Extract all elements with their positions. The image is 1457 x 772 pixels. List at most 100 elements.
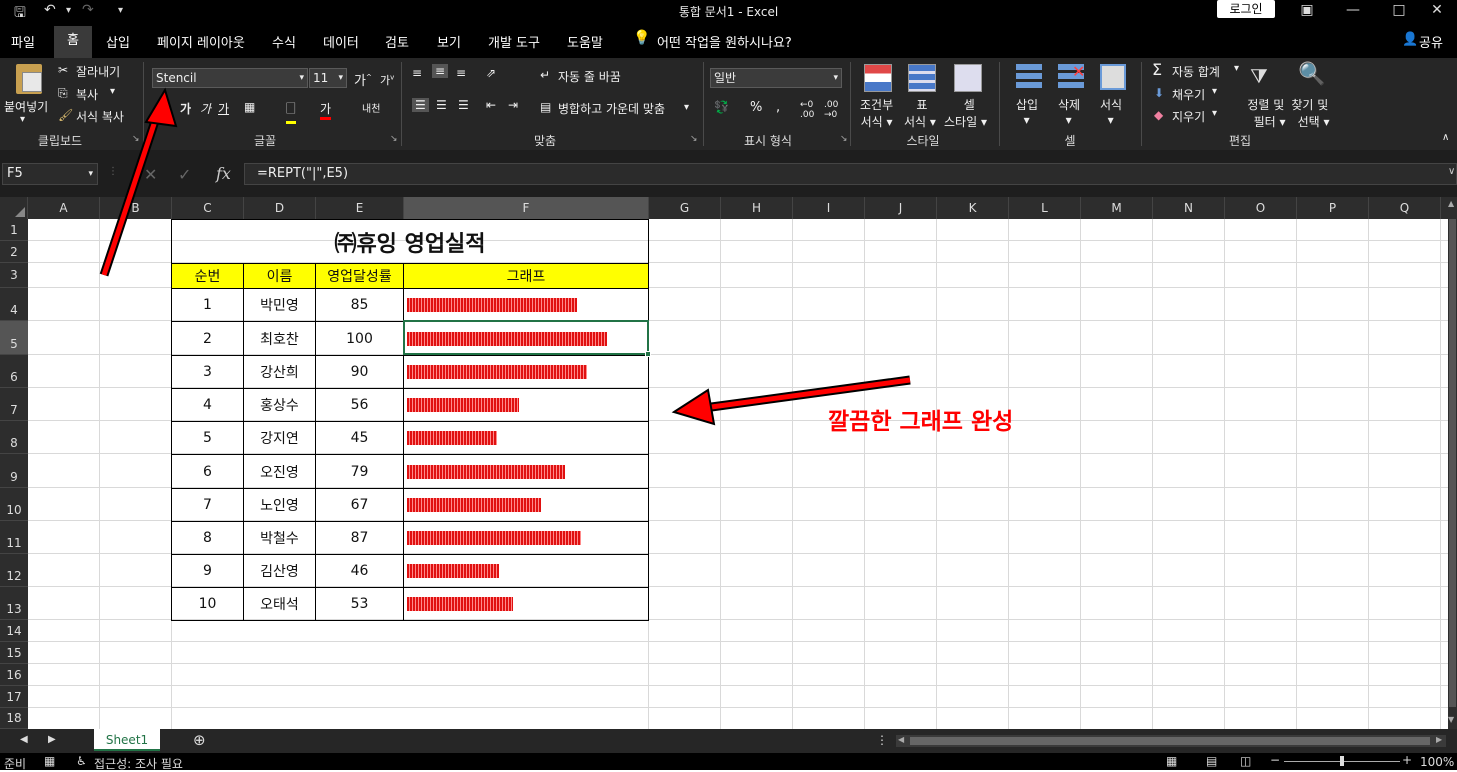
fill-dropdown-icon[interactable]: ▾ [1212, 86, 1217, 97]
col-header-B[interactable]: B [100, 197, 172, 219]
shrink-font-icon[interactable]: 가v [380, 72, 394, 88]
row-header-11[interactable]: 11 [0, 521, 28, 554]
bold-icon[interactable]: 가 [180, 100, 191, 117]
tab-review[interactable]: 검토 [385, 32, 409, 51]
formula-input[interactable]: =REPT("|",E5) [244, 163, 1457, 185]
sort-filter-button[interactable]: 정렬 및 필터 ▾ [1246, 96, 1285, 130]
align-center-icon[interactable]: ☰ [436, 98, 447, 112]
scroll-down-icon[interactable]: ▼ [1448, 715, 1454, 724]
prev-sheet-icon[interactable]: ◀ [20, 734, 28, 745]
clipboard-launcher-icon[interactable]: ↘ [132, 134, 140, 144]
number-launcher-icon[interactable]: ↘ [840, 134, 848, 144]
close-icon[interactable]: ✕ [1414, 0, 1457, 22]
tab-split-icon[interactable]: ⋮ [876, 733, 888, 747]
underline-icon[interactable]: 가 [218, 100, 229, 117]
minimize-icon[interactable]: — [1330, 0, 1376, 22]
cut-button[interactable]: 잘라내기 [76, 63, 120, 80]
tab-insert[interactable]: 삽입 [106, 32, 130, 51]
normal-view-icon[interactable]: ▦ [1166, 754, 1177, 768]
orientation-icon[interactable]: ⇗ [486, 66, 496, 80]
scroll-thumb[interactable] [1449, 219, 1456, 707]
vertical-scrollbar[interactable]: ▲ ▼ [1448, 197, 1457, 729]
name-box[interactable]: F5 ▾ [2, 163, 98, 185]
tab-view[interactable]: 보기 [437, 32, 461, 51]
row-header-1[interactable]: 1 [0, 219, 28, 241]
format-as-table-button[interactable]: 표 서식 ▾ [904, 96, 936, 130]
row-header-8[interactable]: 8 [0, 421, 28, 454]
hscroll-thumb[interactable] [910, 737, 1430, 745]
insert-function-icon[interactable]: fx [216, 164, 231, 183]
page-break-view-icon[interactable]: ◫ [1240, 754, 1251, 768]
wrap-text-button[interactable]: 자동 줄 바꿈 [558, 68, 621, 85]
decrease-indent-icon[interactable]: ⇤ [486, 98, 496, 112]
horizontal-scrollbar[interactable]: ◀ ▶ [896, 735, 1446, 747]
row-header-2[interactable]: 2 [0, 241, 28, 263]
row-header-10[interactable]: 10 [0, 488, 28, 521]
align-right-icon[interactable]: ☰ [458, 98, 469, 112]
tab-data[interactable]: 데이터 [323, 32, 359, 51]
font-color-icon[interactable]: 가 [320, 100, 332, 120]
italic-icon[interactable]: 가 [200, 100, 211, 117]
zoom-level[interactable]: 100% [1420, 755, 1454, 769]
row-header-13[interactable]: 13 [0, 587, 28, 620]
align-top-icon[interactable]: ≡ [412, 66, 422, 80]
format-painter-button[interactable]: 서식 복사 [76, 108, 124, 125]
zoom-slider-thumb[interactable] [1340, 756, 1344, 766]
tab-help[interactable]: 도움말 [567, 32, 603, 51]
copy-dropdown-icon[interactable]: ▾ [110, 86, 115, 97]
row-header-17[interactable]: 17 [0, 686, 28, 708]
zoom-in-icon[interactable]: + [1402, 753, 1412, 767]
col-header-F[interactable]: F [404, 197, 649, 219]
row-header-6[interactable]: 6 [0, 355, 28, 388]
collapse-ribbon-icon[interactable]: ∧ [1442, 132, 1449, 143]
accessibility-icon[interactable]: ♿ [76, 754, 87, 768]
row-header-14[interactable]: 14 [0, 620, 28, 642]
tab-home[interactable]: 홈 [54, 26, 92, 58]
scroll-left-icon[interactable]: ◀ [898, 735, 904, 744]
tab-page-layout[interactable]: 페이지 레이아웃 [157, 32, 245, 51]
cancel-icon[interactable]: ✕ [144, 165, 157, 184]
col-header-E[interactable]: E [316, 197, 404, 219]
find-select-button[interactable]: 찾기 및 선택 ▾ [1290, 96, 1329, 130]
expand-formula-icon[interactable]: ∨ [1448, 166, 1455, 177]
phonetic-icon[interactable]: 내천 [362, 100, 380, 115]
merge-center-button[interactable]: 병합하고 가운데 맞춤 [558, 100, 665, 117]
add-sheet-icon[interactable]: ⊕ [193, 731, 206, 749]
cell-styles-button[interactable]: 셀 스타일 ▾ [944, 96, 987, 130]
col-header-K[interactable]: K [937, 197, 1009, 219]
col-header-L[interactable]: L [1009, 197, 1081, 219]
row-header-9[interactable]: 9 [0, 454, 28, 488]
tab-developer[interactable]: 개발 도구 [488, 32, 540, 51]
fill-color-icon[interactable]: 🗌 [286, 100, 296, 124]
col-header-C[interactable]: C [172, 197, 244, 219]
font-name-combo[interactable]: Stencil ▾ [152, 68, 308, 88]
col-header-O[interactable]: O [1225, 197, 1297, 219]
comma-icon[interactable]: , [776, 100, 780, 115]
merge-dropdown-icon[interactable]: ▾ [684, 102, 689, 113]
increase-indent-icon[interactable]: ⇥ [508, 98, 518, 112]
align-left-icon[interactable]: ☰ [412, 98, 429, 112]
col-header-M[interactable]: M [1081, 197, 1153, 219]
row-header-3[interactable]: 3 [0, 263, 28, 288]
borders-icon[interactable]: ▦ [244, 100, 255, 114]
row-header-15[interactable]: 15 [0, 642, 28, 664]
format-cells-button[interactable]: 서식 ▾ [1100, 96, 1122, 127]
autosum-button[interactable]: 자동 합계 [1172, 63, 1220, 80]
clear-button[interactable]: 지우기 [1172, 108, 1205, 125]
col-header-J[interactable]: J [865, 197, 937, 219]
scroll-up-icon[interactable]: ▲ [1448, 199, 1454, 208]
row-header-5[interactable]: 5 [0, 321, 28, 355]
sheet-tab-sheet1[interactable]: Sheet1 [94, 729, 160, 751]
worksheet-grid[interactable]: ㈜휴잉 영업실적 순번 이름 영업달성률 그래프 1 박민영 85 2 최호찬 100 3 강… [28, 219, 1448, 729]
next-sheet-icon[interactable]: ▶ [48, 734, 56, 745]
accessibility-status[interactable]: 접근성: 조사 필요 [94, 755, 183, 772]
font-size-combo[interactable]: 11 ▾ [309, 68, 347, 88]
increase-decimal-icon[interactable]: ←0.00 [800, 100, 814, 120]
grow-font-icon[interactable]: 가^ [354, 70, 372, 89]
zoom-out-icon[interactable]: − [1270, 753, 1280, 767]
accounting-format-icon[interactable]: 💱 [714, 100, 729, 114]
col-header-D[interactable]: D [244, 197, 316, 219]
paste-dropdown-icon[interactable]: ▾ [20, 114, 25, 125]
page-layout-view-icon[interactable]: ▤ [1206, 754, 1217, 768]
col-header-Q[interactable]: Q [1369, 197, 1441, 219]
